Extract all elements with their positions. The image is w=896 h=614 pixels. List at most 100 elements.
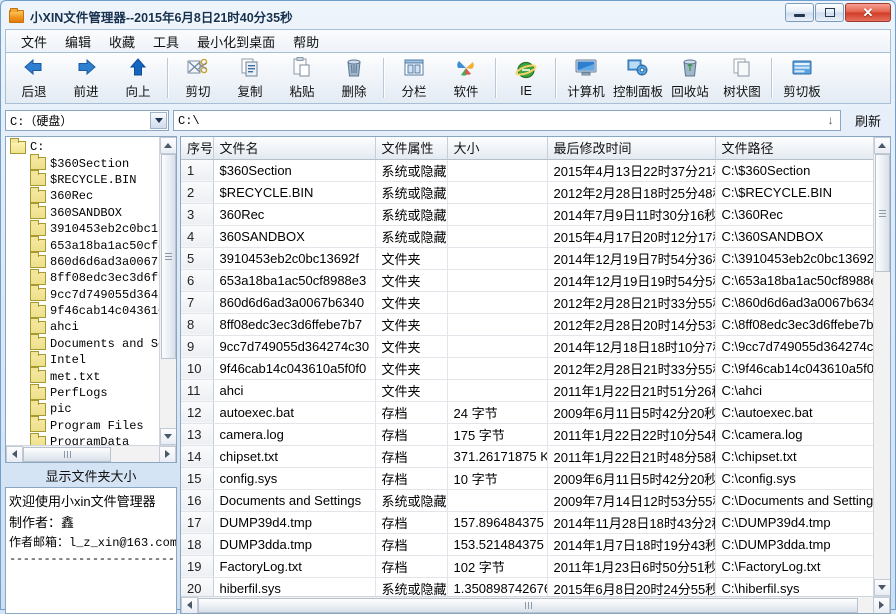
column-header-size[interactable]: 大小	[447, 137, 548, 160]
tree-item[interactable]: Program Files	[8, 416, 159, 434]
scroll-down-icon[interactable]	[159, 428, 176, 445]
minimize-button[interactable]	[785, 3, 814, 22]
file-list-vertical-scrollbar[interactable]	[873, 137, 890, 596]
close-button[interactable]: ✕	[845, 3, 891, 22]
tree-item[interactable]: met.txt	[8, 367, 159, 384]
toolbar-button-paste[interactable]: 粘贴	[276, 54, 328, 102]
table-row[interactable]: 4 360SANDBOX 系统或隐藏 2015年4月17日20时12分17秒 C:\36…	[181, 225, 873, 248]
menu-item-file[interactable]: 文件	[12, 30, 56, 53]
table-row[interactable]: 1 $360Section 系统或隐藏 2015年4月13日22时37分21秒 C:\$…	[181, 159, 873, 182]
table-row[interactable]: 8 8ff08edc3ec3d6ffebe7b7 文件夹 2012年2月28日20时1…	[181, 313, 873, 336]
scroll-right-icon[interactable]	[873, 596, 890, 613]
menu-item-edit[interactable]: 编辑	[56, 30, 100, 53]
cell-index: 18	[181, 533, 214, 556]
table-row[interactable]: 14chipset.txt存档371.26171875 KB2011年1月22日…	[181, 445, 873, 468]
table-row[interactable]: 7 860d6d6ad3a0067b6340 文件夹 2012年2月28日21时33分…	[181, 291, 873, 314]
toolbar-separator-1	[167, 58, 169, 98]
tree-item[interactable]: 360Rec	[8, 186, 159, 204]
show-folder-size-button[interactable]: 显示文件夹大小	[5, 466, 177, 485]
table-row[interactable]: 3 360Rec 系统或隐藏 2014年7月9日11时30分16秒 C:\360Rec	[181, 203, 873, 226]
path-input[interactable]: C:\ ↓	[173, 110, 841, 131]
scroll-right-icon[interactable]	[159, 445, 176, 462]
tree-item[interactable]: pic	[8, 399, 159, 417]
tree-item[interactable]: 653a18ba1ac50cf89	[8, 236, 159, 253]
toolbar-button-computer[interactable]: 计算机	[560, 54, 612, 102]
menu-item-tools[interactable]: 工具	[144, 30, 188, 53]
toolbar-button-internet-explorer[interactable]: IE	[500, 54, 552, 102]
tree-item[interactable]: Intel	[8, 350, 159, 368]
tree-item[interactable]: ProgramData	[8, 432, 159, 445]
cell-filename: DUMP3dda.tmp	[213, 533, 376, 556]
toolbar-button-recycle-bin[interactable]: 回收站	[664, 54, 716, 102]
tree-item[interactable]: $RECYCLE.BIN	[8, 170, 159, 188]
tree-vscroll-thumb[interactable]	[160, 154, 176, 359]
toolbar-button-back[interactable]: 后退	[8, 54, 60, 102]
tree-item[interactable]: 9cc7d749055d364274	[8, 285, 159, 303]
folder-tree[interactable]: C: $360Section $RECYCLE.BIN 360Rec 360SA…	[5, 136, 177, 463]
tree-item[interactable]: 860d6d6ad3a0067b6	[8, 252, 159, 270]
tree-item[interactable]: $360Section	[8, 154, 159, 171]
maximize-button[interactable]	[815, 3, 844, 22]
toolbar-button-software[interactable]: 软件	[440, 54, 492, 102]
table-row[interactable]: 19 FactoryLog.txt 存档 102 字节 2011年1月23日6时50分5…	[181, 555, 873, 578]
table-row[interactable]: 5 3910453eb2c0bc13692f 文件夹 2014年12月19日7时54分…	[181, 247, 873, 270]
tree-item[interactable]: 3910453eb2c0bc1369	[8, 219, 159, 237]
toolbar-button-control-panel[interactable]: 控制面板	[612, 54, 664, 102]
column-header-attribute[interactable]: 文件属性	[375, 137, 448, 160]
menu-item-minimize-to-desktop[interactable]: 最小化到桌面	[188, 30, 284, 53]
table-row[interactable]: 15 config.sys 存档 10 字节 2009年6月11日5时42分20秒 C:\…	[181, 467, 873, 490]
toolbar-button-tree-view[interactable]: 树状图	[716, 54, 768, 102]
toolbar-label-copy: 复制	[237, 85, 263, 99]
drive-select[interactable]: C:（硬盘）	[5, 110, 169, 131]
toolbar-button-delete[interactable]: 删除	[328, 54, 380, 102]
file-list-body: 1 $360Section 系统或隐藏 2015年4月13日22时37分21秒 C:\$…	[181, 159, 873, 596]
file-list-hscroll-thumb[interactable]	[198, 597, 858, 613]
refresh-button[interactable]: 刷新	[845, 110, 891, 131]
tree-vertical-scrollbar[interactable]	[159, 137, 176, 445]
menu-item-favorites[interactable]: 收藏	[100, 30, 144, 53]
tree-item[interactable]: 8ff08edc3ec3d6ffe	[8, 268, 159, 286]
tree-item[interactable]: 360SANDBOX	[8, 203, 159, 221]
scroll-down-icon[interactable]	[873, 579, 890, 596]
toolbar-button-clipboard[interactable]: 剪切板	[776, 54, 828, 102]
table-row[interactable]: 16 Documents and Settings 系统或隐藏 2009年7月14日1…	[181, 489, 873, 512]
file-list-vscroll-thumb[interactable]	[874, 154, 890, 272]
table-row[interactable]: 20hiberfil.sys系统或隐藏1.350898742676 GB2015…	[181, 577, 873, 596]
toolbar-button-copy[interactable]: 复制	[224, 54, 276, 102]
table-row[interactable]: 18DUMP3dda.tmp存档153.521484375 KB2014年1月7…	[181, 533, 873, 556]
tree-item[interactable]: Documents and Set	[8, 334, 159, 352]
tree-item[interactable]: PerfLogs	[8, 383, 159, 401]
tree-hscroll-thumb[interactable]	[23, 446, 111, 462]
table-row[interactable]: 6 653a18ba1ac50cf8988e3 文件夹 2014年12月19日19时5…	[181, 269, 873, 292]
toolbar-button-cut[interactable]: 剪切	[172, 54, 224, 102]
path-dropdown-icon[interactable]: ↓	[827, 114, 834, 128]
column-header-filename[interactable]: 文件名	[213, 137, 376, 160]
toolbar-button-forward[interactable]: 前进	[60, 54, 112, 102]
cell-size	[447, 159, 548, 182]
table-row[interactable]: 13 camera.log 存档 175 字节 2011年1月22日22时10分54秒 C…	[181, 423, 873, 446]
column-header-modified[interactable]: 最后修改时间	[547, 137, 716, 160]
tree-item-root[interactable]: C:	[8, 137, 159, 155]
table-row[interactable]: 12 autoexec.bat 存档 24 字节 2009年6月11日5时42分20秒 C…	[181, 401, 873, 424]
toolbar-button-up[interactable]: 向上	[112, 54, 164, 102]
table-row[interactable]: 11 ahci 文件夹 2011年1月22日21时51分26秒 C:\ahci	[181, 379, 873, 402]
table-row[interactable]: 10 9f46cab14c043610a5f0f0 文件夹 2012年2月28日21时…	[181, 357, 873, 380]
table-row[interactable]: 17DUMP39d4.tmp存档157.896484375 KB2014年11月…	[181, 511, 873, 534]
tree-item[interactable]: ahci	[8, 317, 159, 335]
column-header-path[interactable]: 文件路径	[715, 137, 873, 160]
tree-item[interactable]: 9f46cab14c043610a	[8, 301, 159, 319]
table-row[interactable]: 9 9cc7d749055d364274c30 文件夹 2014年12月18日18时1…	[181, 335, 873, 358]
info-line-author: 制作者：鑫	[9, 515, 75, 530]
file-list-panel[interactable]: 序号 文件名 文件属性 大小 最后修改时间 文件路径 1 $360Section 系…	[180, 136, 891, 614]
scroll-up-icon[interactable]	[159, 137, 176, 154]
file-list-horizontal-scrollbar[interactable]	[181, 596, 890, 613]
menu-item-help[interactable]: 帮助	[284, 30, 328, 53]
tree-horizontal-scrollbar[interactable]	[6, 445, 176, 462]
column-header-index[interactable]: 序号	[181, 137, 214, 160]
scroll-up-icon[interactable]	[873, 137, 890, 154]
chevron-down-icon[interactable]	[150, 112, 167, 129]
table-row[interactable]: 2 $RECYCLE.BIN 系统或隐藏 2012年2月28日18时25分48秒 C:\…	[181, 181, 873, 204]
toolbar-button-split-columns[interactable]: 分栏	[388, 54, 440, 102]
scroll-left-icon[interactable]	[181, 596, 198, 613]
scroll-left-icon[interactable]	[6, 445, 23, 462]
